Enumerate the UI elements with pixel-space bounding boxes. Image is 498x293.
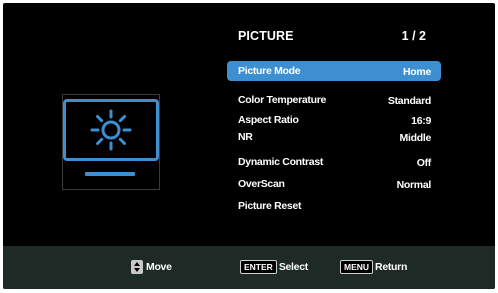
menu-item-picture-mode[interactable]: Picture Mode Home <box>227 61 441 81</box>
return-hint: MENU Return <box>340 260 407 274</box>
select-label: Select <box>278 261 308 273</box>
menu-item-value: Home <box>403 66 431 78</box>
menu-item-value: Normal <box>396 179 432 191</box>
tv-osd-screen: PICTURE 1 / 2 Picture Mode Home Color Te… <box>3 3 495 289</box>
return-label: Return <box>375 261 408 273</box>
menu-item-value: Middle <box>399 132 432 144</box>
monitor-brightness-icon <box>63 99 159 161</box>
menu-item-label: NR <box>238 131 253 143</box>
menu-item-label: Dynamic Contrast <box>238 156 324 168</box>
menu-item-nr[interactable]: NR Middle <box>227 127 441 147</box>
menu-item-value: Off <box>416 157 432 169</box>
enter-key-badge: ENTER <box>240 260 277 274</box>
menu-item-value: Standard <box>387 95 431 107</box>
move-label: Move <box>146 261 172 273</box>
key-hint-bar: Move ENTER Select MENU Return <box>3 246 495 289</box>
category-icon-panel <box>62 94 160 190</box>
move-hint: Move <box>131 260 172 274</box>
menu-item-overscan[interactable]: OverScan Normal <box>227 174 441 194</box>
monitor-stand-bar <box>85 172 135 176</box>
up-down-arrow-icon <box>131 260 143 274</box>
menu-item-dynamic-contrast[interactable]: Dynamic Contrast Off <box>227 152 441 172</box>
menu-key-badge: MENU <box>340 260 374 274</box>
menu-item-value: 16:9 <box>411 115 431 127</box>
select-hint: ENTER Select <box>240 260 308 274</box>
menu-title: PICTURE <box>238 29 294 43</box>
menu-item-label: Color Temperature <box>238 94 327 106</box>
sun-icon <box>90 109 132 151</box>
menu-item-label: Aspect Ratio <box>238 114 299 126</box>
menu-item-label: OverScan <box>238 178 285 190</box>
menu-item-picture-reset[interactable]: Picture Reset <box>227 196 441 216</box>
page-indicator: 1 / 2 <box>401 29 426 43</box>
menu-item-label: Picture Mode <box>238 65 301 77</box>
menu-item-label: Picture Reset <box>238 200 302 212</box>
menu-item-color-temperature[interactable]: Color Temperature Standard <box>227 90 441 110</box>
